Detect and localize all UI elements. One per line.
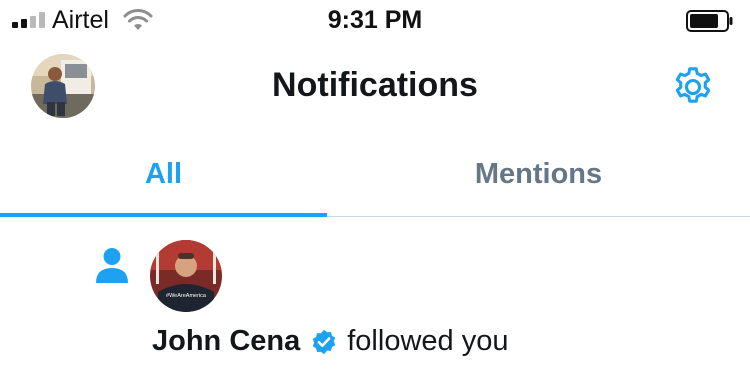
app-header: Notifications [0,40,750,132]
shirt-slogan: #WeAreAmerica [166,293,207,299]
follower-photo: #WeAreAmerica [150,240,222,312]
notification-text: John Cena followed you [152,325,508,358]
verified-badge-icon [313,329,336,354]
battery-icon [686,10,733,32]
notification-action: followed you [347,325,509,357]
status-bar: Airtel 9:31 PM [0,0,750,40]
tab-all[interactable]: All [0,132,327,216]
status-time: 9:31 PM [327,6,423,34]
follower-avatar[interactable]: #WeAreAmerica [150,240,222,312]
notification-tabs: All Mentions [0,132,750,217]
person-icon [96,248,128,283]
gear-icon[interactable] [670,64,716,110]
page-title: Notifications [272,66,478,104]
user-name[interactable]: John Cena [152,325,300,358]
tab-mentions[interactable]: Mentions [327,132,750,216]
notification-item[interactable]: #WeAreAmerica John Cena followed you [0,217,750,378]
